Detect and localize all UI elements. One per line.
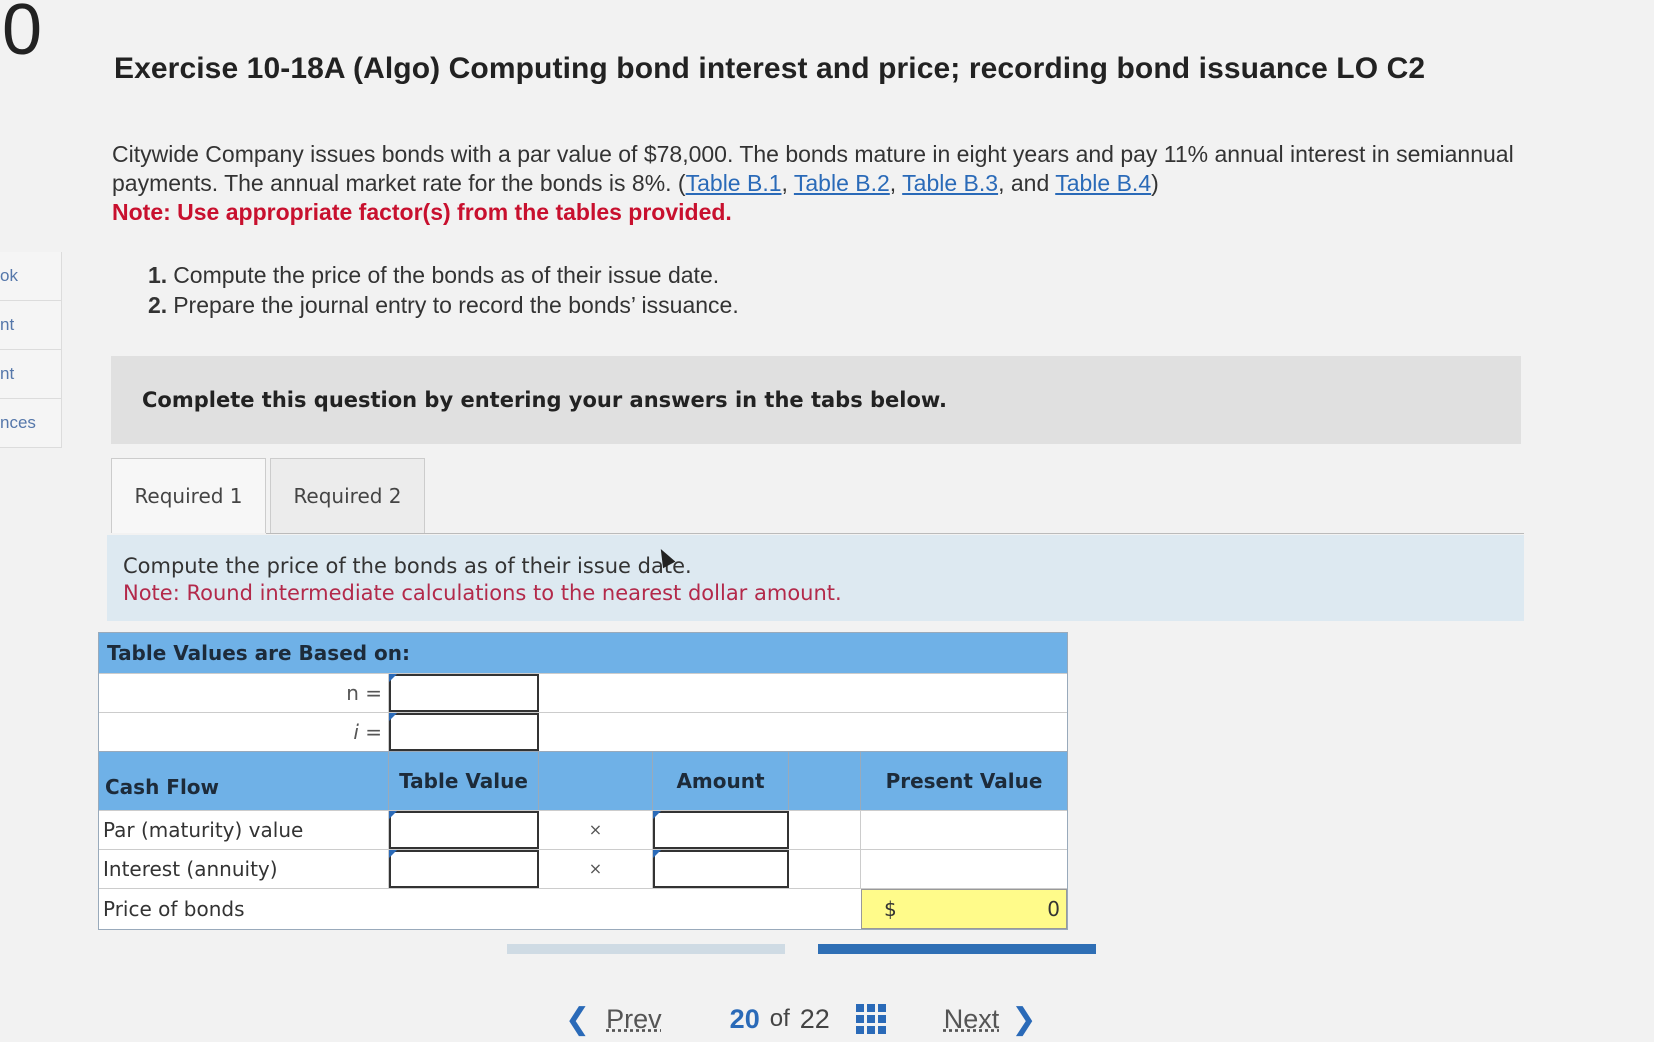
tab-required-1[interactable]: Required 1 xyxy=(111,458,266,533)
interest-amount-input[interactable] xyxy=(653,850,789,888)
requirement-item: 1. Compute the price of the bonds as of t… xyxy=(148,262,720,288)
current-page: 20 xyxy=(729,1003,760,1034)
exercise-title: Exercise 10-18A (Algo) Computing bond in… xyxy=(114,52,1426,85)
chevron-right-icon[interactable]: ❯ xyxy=(1011,1002,1036,1037)
progress-bar-track xyxy=(507,944,785,954)
header-table-value: Table Value xyxy=(389,752,539,810)
n-row: n = xyxy=(99,673,1067,712)
task-instructions: Compute the price of the bonds as of the… xyxy=(107,535,1524,621)
price-row: Price of bonds $ 0 xyxy=(99,888,1067,929)
par-present-value xyxy=(861,811,1067,849)
timer-digit: 0 xyxy=(2,0,43,70)
table-b1-link[interactable]: Table B.1 xyxy=(686,170,782,196)
par-table-value-input[interactable] xyxy=(389,811,539,849)
table-row: Interest (annuity) × xyxy=(99,849,1067,888)
header-amount: Amount xyxy=(653,752,789,810)
interest-label: Interest (annuity) xyxy=(99,850,389,888)
grid-icon[interactable] xyxy=(855,1004,886,1034)
side-navigation: ok nt nt nces xyxy=(0,252,62,448)
sidenav-item-ebook[interactable]: ok xyxy=(0,252,62,301)
i-label: i = xyxy=(99,713,389,751)
interest-present-value xyxy=(861,850,1067,888)
table-b2-link[interactable]: Table B.2 xyxy=(794,170,890,196)
instruction-banner: Complete this question by entering your … xyxy=(111,356,1521,444)
requirement-tabs: Required 1 Required 2 xyxy=(111,458,425,533)
par-value-label: Par (maturity) value xyxy=(99,811,389,849)
table-b3-link[interactable]: Table B.3 xyxy=(902,170,998,196)
problem-statement: Citywide Company issues bonds with a par… xyxy=(112,141,1514,225)
n-label: n = xyxy=(99,674,389,712)
problem-note: Note: Use appropriate factor(s) from the… xyxy=(112,199,732,225)
sidenav-item-print[interactable]: nt xyxy=(0,301,62,350)
price-value: 0 xyxy=(1047,897,1060,921)
table-based-on-header: Table Values are Based on: xyxy=(99,633,1067,673)
multiply-sign: × xyxy=(539,850,653,888)
tab-required-2[interactable]: Required 2 xyxy=(270,458,425,533)
question-pager: ❮ Prev 20 of 22 Next ❯ xyxy=(565,996,1036,1042)
next-button[interactable]: Next xyxy=(944,1004,1000,1035)
progress-bar-fill xyxy=(818,944,1096,954)
total-pages: 22 xyxy=(799,1003,830,1034)
page-of: of xyxy=(769,1005,790,1032)
header-cash-flow: Cash Flow xyxy=(99,752,389,810)
i-input[interactable] xyxy=(389,713,539,751)
multiply-sign: × xyxy=(539,811,653,849)
n-input[interactable] xyxy=(389,674,539,712)
tab-divider xyxy=(266,533,1524,534)
table-b4-link[interactable]: Table B.4 xyxy=(1055,170,1151,196)
price-of-bonds-label: Price of bonds xyxy=(103,897,245,921)
sidenav-item-hint[interactable]: nt xyxy=(0,350,62,399)
par-amount-input[interactable] xyxy=(653,811,789,849)
table-row: Par (maturity) value × xyxy=(99,810,1067,849)
column-headers: Cash Flow Table Value Amount Present Val… xyxy=(99,751,1067,810)
requirements-list: 1. Compute the price of the bonds as of t… xyxy=(148,260,739,320)
chevron-left-icon[interactable]: ❮ xyxy=(565,1002,590,1037)
price-of-bonds-value: $ 0 xyxy=(861,889,1067,929)
prev-button[interactable]: Prev xyxy=(606,1004,662,1035)
present-value-table: Table Values are Based on: n = i = Cash … xyxy=(98,632,1068,930)
header-present-value: Present Value xyxy=(885,769,1043,793)
interest-table-value-input[interactable] xyxy=(389,850,539,888)
i-row: i = xyxy=(99,712,1067,751)
requirement-item: 2. Prepare the journal entry to record th… xyxy=(148,292,739,318)
currency-symbol: $ xyxy=(884,897,897,921)
sidenav-item-references[interactable]: nces xyxy=(0,399,62,448)
